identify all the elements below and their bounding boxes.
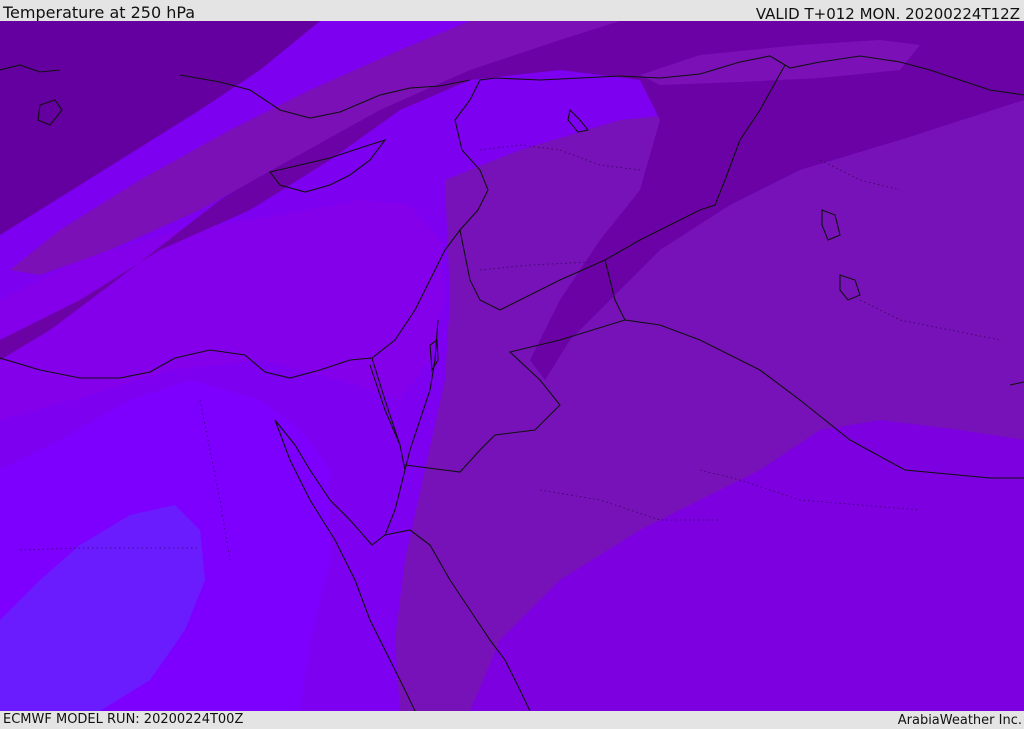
temperature-map [0,21,1024,711]
credit: ArabiaWeather Inc. [897,713,1022,728]
map-footer: ECMWF MODEL RUN: 20200224T00Z ArabiaWeat… [0,711,1024,729]
map-canvas [0,21,1024,711]
model-run: ECMWF MODEL RUN: 20200224T00Z [3,712,244,727]
map-title: Temperature at 250 hPa [3,3,196,22]
map-header: Temperature at 250 hPa VALID T+012 MON. … [0,0,1024,23]
